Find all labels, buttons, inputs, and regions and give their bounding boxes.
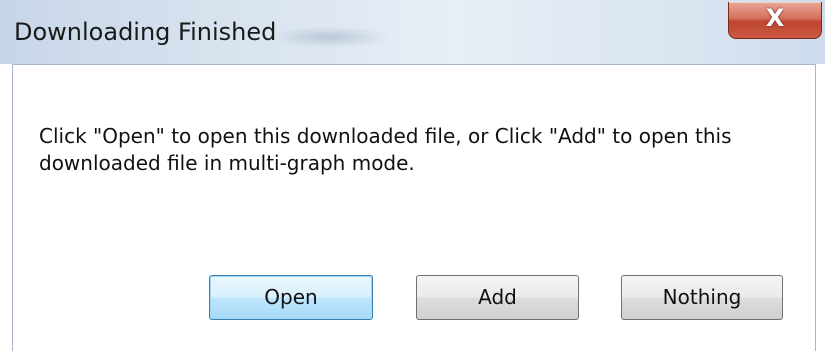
open-button[interactable]: Open [209,275,373,320]
close-icon: X [765,4,785,32]
dialog-message: Click "Open" to open this downloaded fil… [39,124,732,175]
nothing-button[interactable]: Nothing [621,275,783,320]
window-title: Downloading Finished [14,18,277,46]
dialog-body: Click "Open" to open this downloaded fil… [12,64,816,351]
close-button[interactable]: X [728,2,822,39]
add-button[interactable]: Add [416,275,579,320]
dialog-window: Downloading Finished X Click "Open" to o… [0,0,825,351]
title-bar[interactable]: Downloading Finished X [0,0,825,64]
